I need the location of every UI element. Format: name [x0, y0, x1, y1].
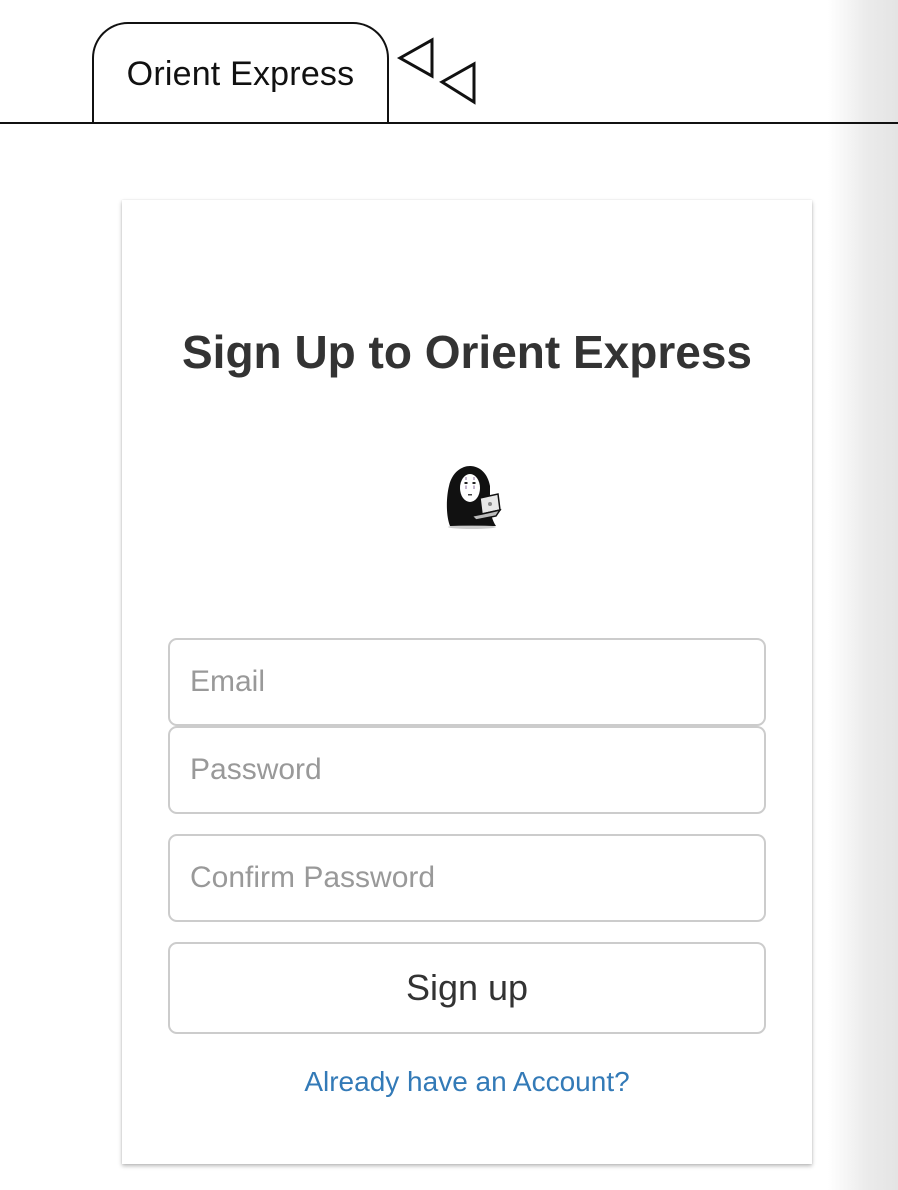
tab-scroll-arrows-icon[interactable] [396, 36, 480, 106]
window-edge-shadow [828, 0, 898, 1190]
sign-up-button[interactable]: Sign up [168, 942, 766, 1034]
arrow-left-lower-icon [439, 61, 476, 105]
login-link[interactable]: Already have an Account? [122, 1066, 812, 1098]
page-title: Sign Up to Orient Express [182, 326, 752, 378]
no-face-with-laptop-icon [446, 466, 502, 529]
tab-bar-divider [0, 122, 898, 124]
arrow-left-upper-icon [396, 37, 434, 79]
tab-title: Orient Express [126, 54, 355, 93]
signup-card: Sign Up to Orient Express Email Sign up … [122, 200, 812, 1164]
confirm-password-field[interactable] [168, 834, 766, 922]
email-field[interactable] [168, 638, 766, 726]
tab-orient-express[interactable]: Orient Express [92, 22, 389, 122]
tab-bar: Orient Express [0, 0, 898, 124]
page: Orient Express Sign Up to Orient Express [0, 0, 898, 1190]
password-field[interactable] [168, 726, 766, 814]
